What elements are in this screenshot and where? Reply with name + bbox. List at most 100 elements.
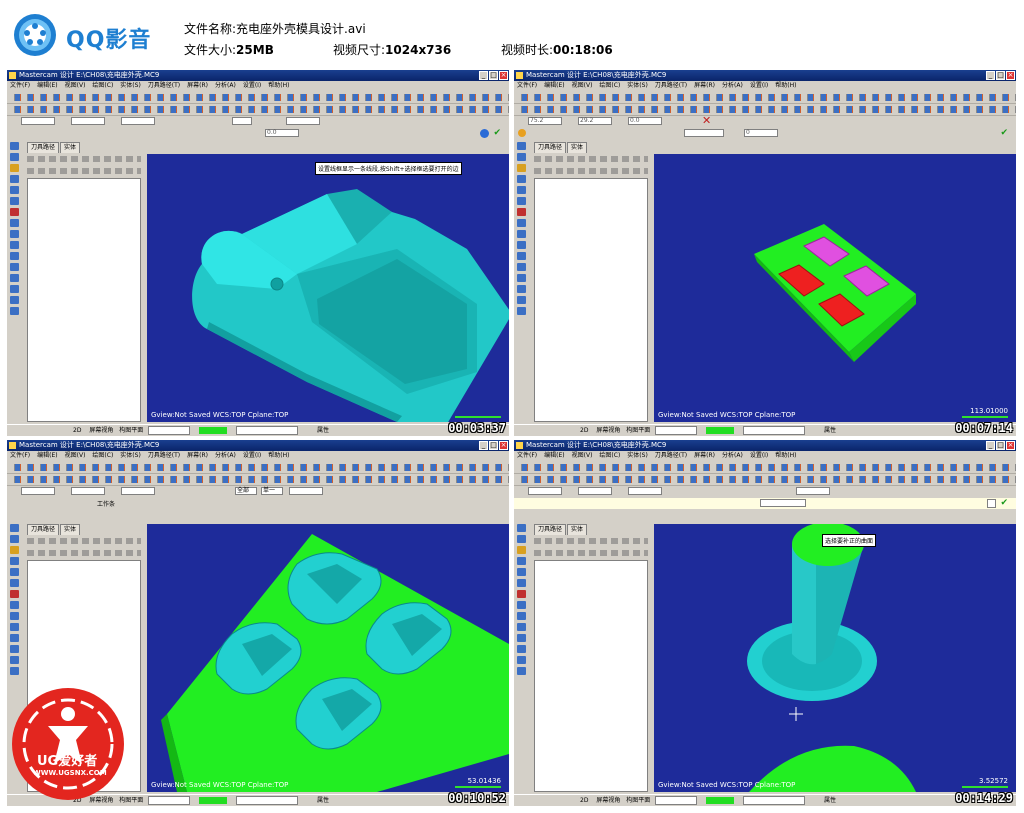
- y-field[interactable]: [71, 117, 105, 125]
- z-field[interactable]: [628, 487, 662, 495]
- level-name-field[interactable]: [236, 426, 299, 435]
- toolbar-row-2[interactable]: [514, 104, 1016, 116]
- tab-solids[interactable]: 实体: [567, 524, 588, 535]
- ok-check-icon[interactable]: ✔: [1000, 128, 1008, 138]
- menu-settings[interactable]: 设置(I): [243, 82, 261, 89]
- panel-toolbar-2[interactable]: [534, 166, 648, 176]
- tab-toolpaths[interactable]: 刀具路径: [27, 142, 60, 153]
- level-field[interactable]: [199, 797, 228, 804]
- z-field[interactable]: [121, 487, 155, 495]
- toolbar-row-1[interactable]: [7, 92, 509, 104]
- operations-tree[interactable]: [534, 178, 648, 422]
- status-2d[interactable]: 2D: [73, 427, 81, 434]
- vertical-toolbar[interactable]: [9, 524, 21, 678]
- y-field[interactable]: [578, 487, 612, 495]
- menu-toolpaths[interactable]: 刀具路径(T): [655, 82, 687, 89]
- menu-solids[interactable]: 实体(S): [627, 452, 648, 459]
- menu-view[interactable]: 视图(V): [65, 82, 86, 89]
- selection-mode-dropdown[interactable]: [289, 487, 323, 495]
- status-attributes[interactable]: 属性: [824, 427, 836, 434]
- menu-edit[interactable]: 编辑(E): [544, 82, 564, 89]
- menu-create[interactable]: 绘图(C): [599, 82, 620, 89]
- menu-screen[interactable]: 屏幕(R): [187, 82, 208, 89]
- color-field[interactable]: [148, 796, 191, 805]
- vertical-toolbar[interactable]: [516, 524, 528, 678]
- panel-toolbar-2[interactable]: [27, 166, 141, 176]
- x-field[interactable]: 75.2: [528, 117, 562, 125]
- x-field[interactable]: [528, 487, 562, 495]
- minimize-icon[interactable]: _: [986, 71, 995, 80]
- status-cplane[interactable]: 构图平面: [626, 427, 650, 434]
- toolbar-row-1[interactable]: [514, 92, 1016, 104]
- panel-toolbar-2[interactable]: [27, 548, 141, 558]
- menu-view[interactable]: 视图(V): [572, 82, 593, 89]
- x-field[interactable]: [21, 487, 55, 495]
- z-field[interactable]: [121, 117, 155, 125]
- level-field[interactable]: [199, 427, 228, 434]
- toolbar-row-1[interactable]: [514, 462, 1016, 474]
- ok-check-icon[interactable]: ✔: [1000, 498, 1008, 508]
- menu-settings[interactable]: 设置(I): [750, 82, 768, 89]
- menu-screen[interactable]: 屏幕(R): [187, 452, 208, 459]
- ribbon-value-field[interactable]: 0: [744, 129, 778, 137]
- menu-toolpaths[interactable]: 刀具路径(T): [655, 452, 687, 459]
- panel-toolbar-1[interactable]: [27, 154, 141, 164]
- thumbnail-frame-2[interactable]: Mastercam 设计 E:\CH08\充电座外壳.MC9 _ □ × 文件(F)…: [514, 70, 1016, 436]
- menu-solids[interactable]: 实体(S): [120, 82, 141, 89]
- menu-analyze[interactable]: 分析(A): [215, 82, 236, 89]
- tab-toolpaths[interactable]: 刀具路径: [534, 142, 567, 153]
- panel-toolbar-2[interactable]: [534, 548, 648, 558]
- menu-help[interactable]: 帮助(H): [268, 82, 289, 89]
- graphics-viewport[interactable]: 设置线框显示一条线段,按Shift+选择框选要打开的边 Gview:Not Sa…: [147, 154, 509, 422]
- menu-file[interactable]: 文件(F): [517, 452, 537, 459]
- ribbon-value-field[interactable]: 0.0: [265, 129, 299, 137]
- single-button[interactable]: 单一: [261, 487, 283, 495]
- toolbar-row-2[interactable]: [7, 104, 509, 116]
- selection-mode-dropdown[interactable]: [286, 117, 320, 125]
- tab-solids[interactable]: 实体: [567, 142, 588, 153]
- menu-help[interactable]: 帮助(H): [268, 452, 289, 459]
- maximize-icon[interactable]: □: [489, 71, 498, 80]
- panel-toolbar-1[interactable]: [534, 536, 648, 546]
- menu-toolpaths[interactable]: 刀具路径(T): [148, 82, 180, 89]
- ok-check-icon[interactable]: ✔: [493, 128, 501, 138]
- select-all-button[interactable]: [232, 117, 252, 125]
- menu-settings[interactable]: 设置(I): [243, 452, 261, 459]
- menu-edit[interactable]: 编辑(E): [37, 452, 57, 459]
- menu-help[interactable]: 帮助(H): [775, 82, 796, 89]
- menu-create[interactable]: 绘图(C): [599, 452, 620, 459]
- panel-toolbar-1[interactable]: [534, 154, 648, 164]
- vertical-toolbar[interactable]: [516, 142, 528, 318]
- close-icon[interactable]: ×: [1006, 441, 1015, 450]
- ribbon-field[interactable]: [760, 499, 806, 507]
- maximize-icon[interactable]: □: [489, 441, 498, 450]
- status-attributes[interactable]: 属性: [824, 797, 836, 804]
- menu-screen[interactable]: 屏幕(R): [694, 452, 715, 459]
- thumbnail-frame-1[interactable]: Mastercam 设计 E:\CH08\充电座外壳.MC9 _ □ × 文件(F)…: [7, 70, 509, 436]
- selection-mode-dropdown[interactable]: [796, 487, 830, 495]
- z-field[interactable]: 0.0: [628, 117, 662, 125]
- maximize-icon[interactable]: □: [996, 441, 1005, 450]
- close-icon[interactable]: ×: [499, 441, 508, 450]
- status-gview[interactable]: 屏幕视角: [596, 427, 620, 434]
- color-field[interactable]: [655, 796, 698, 805]
- operations-tree[interactable]: [27, 178, 141, 422]
- menu-solids[interactable]: 实体(S): [120, 452, 141, 459]
- ribbon-dropdown[interactable]: [684, 129, 724, 137]
- menu-file[interactable]: 文件(F): [10, 452, 30, 459]
- toolbar-row-2[interactable]: [7, 474, 509, 486]
- menu-help[interactable]: 帮助(H): [775, 452, 796, 459]
- operations-tree[interactable]: [534, 560, 648, 792]
- toolbar-row-2[interactable]: [514, 474, 1016, 486]
- apply-icon[interactable]: [480, 129, 489, 138]
- minimize-icon[interactable]: _: [479, 441, 488, 450]
- graphics-viewport[interactable]: Gview:Not Saved WCS:TOP Cplane:TOP 113.0…: [654, 154, 1016, 422]
- level-name-field[interactable]: [743, 796, 806, 805]
- menu-toolpaths[interactable]: 刀具路径(T): [148, 452, 180, 459]
- maximize-icon[interactable]: □: [996, 71, 1005, 80]
- status-attributes[interactable]: 属性: [317, 427, 329, 434]
- status-cplane[interactable]: 构图平面: [119, 427, 143, 434]
- ribbon-gear-icon[interactable]: [518, 129, 526, 137]
- color-field[interactable]: [148, 426, 191, 435]
- color-field[interactable]: [655, 426, 698, 435]
